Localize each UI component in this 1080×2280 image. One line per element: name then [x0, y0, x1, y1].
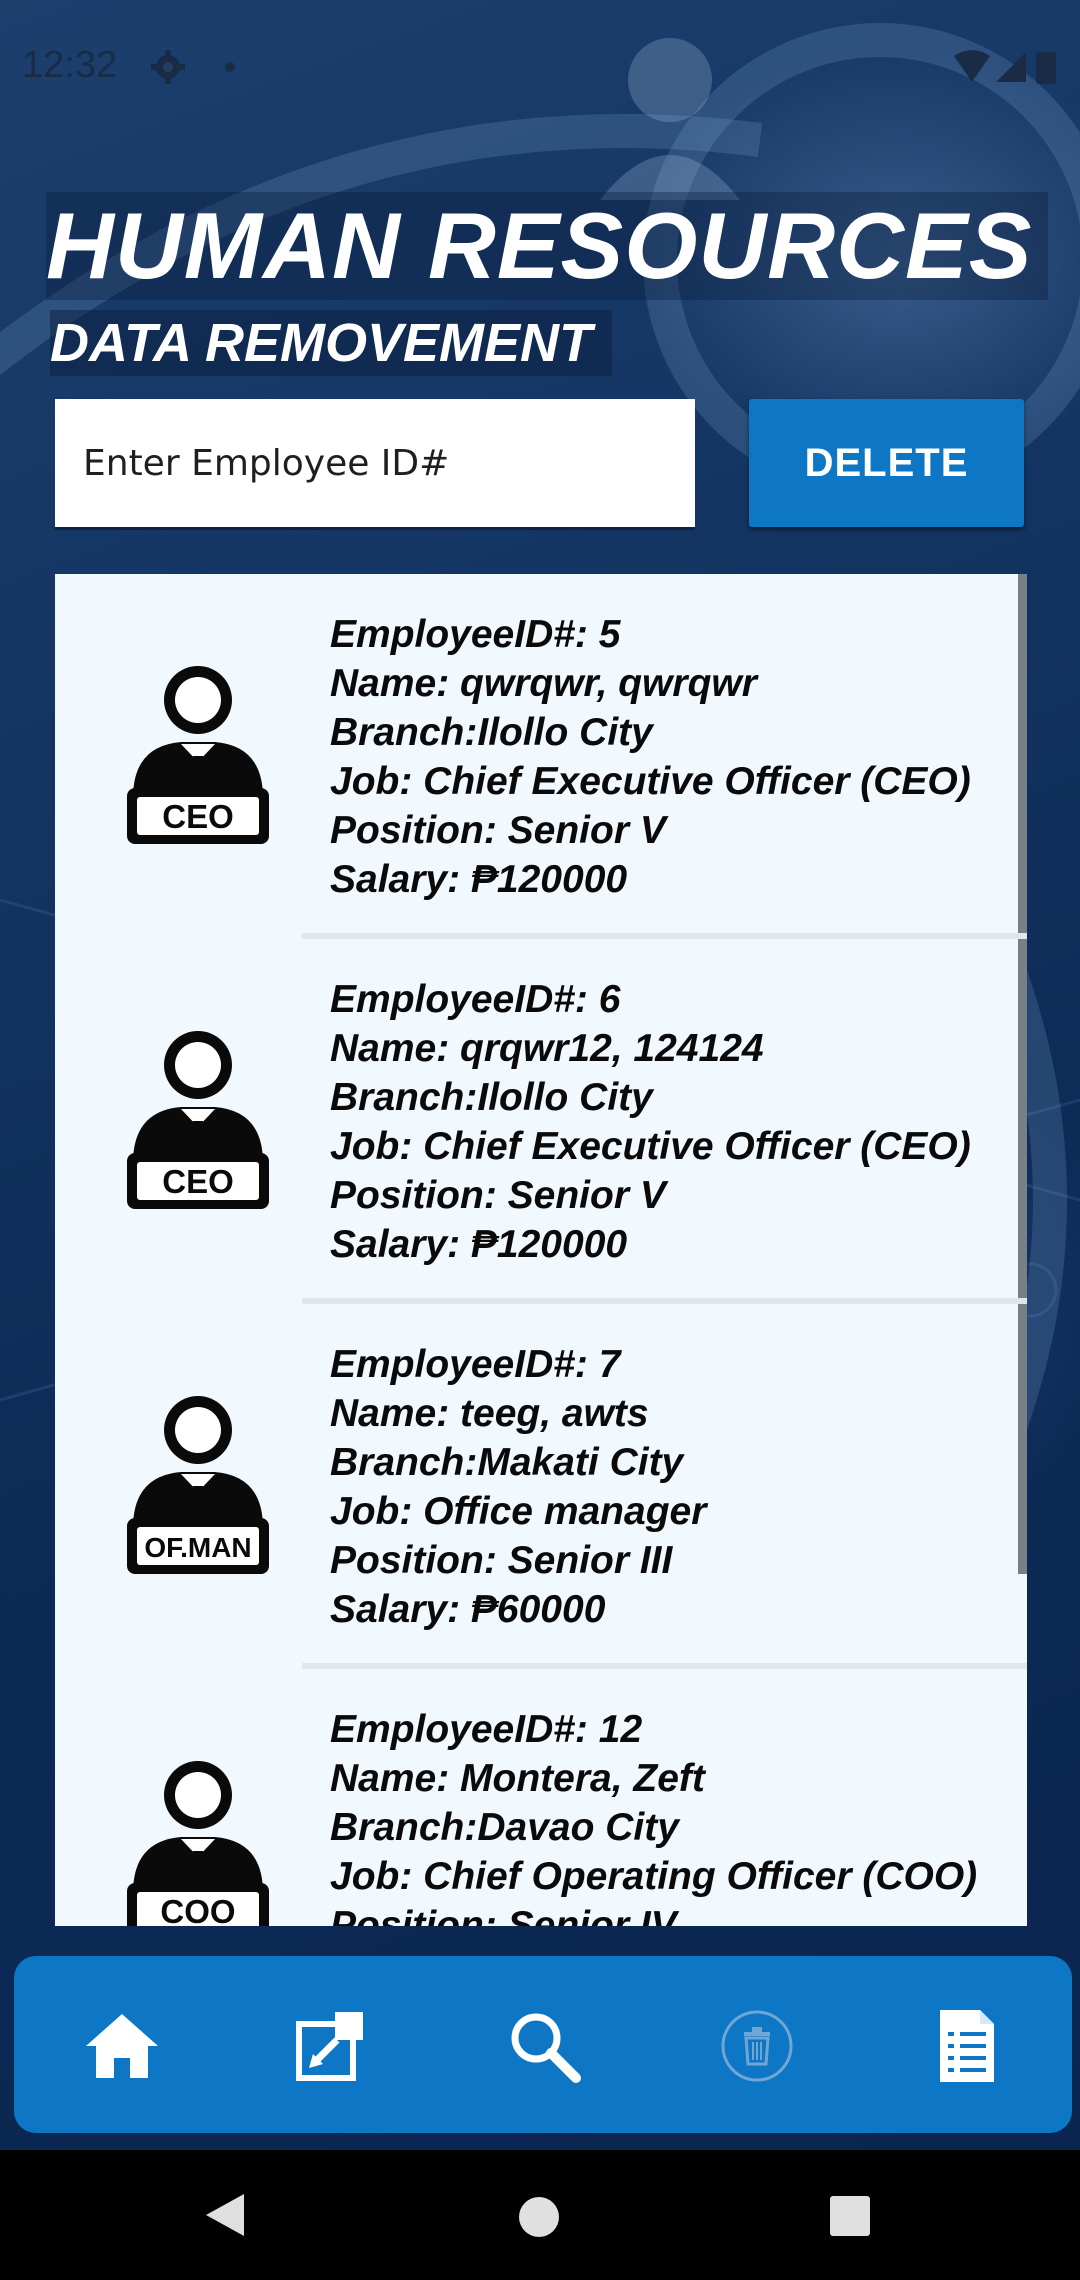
employee-name: Name: qwrqwr, qwrqwr [330, 662, 757, 705]
system-navigation-bar [0, 2150, 1080, 2280]
status-bar: 12:32 [0, 0, 1080, 135]
home-circle-icon[interactable] [516, 2194, 562, 2240]
employee-badge-label: COO [160, 1893, 235, 1926]
search-icon[interactable] [504, 2006, 584, 2086]
trash-icon[interactable] [717, 2006, 797, 2086]
page-subtitle: DATA REMOVEMENT [50, 310, 612, 376]
employee-name: Name: teeg, awts [330, 1392, 649, 1435]
cellular-signal-icon [996, 52, 1026, 82]
settings-icon [151, 50, 185, 84]
employee-position: Position: Senior IV [330, 1904, 677, 1926]
employee-info: EmployeeID#: 12 Name: Montera, Zeft Bran… [330, 1705, 977, 1926]
employee-branch: Branch:Makati City [330, 1441, 684, 1484]
employee-info: EmployeeID#: 7 Name: teeg, awts Branch:M… [330, 1340, 706, 1634]
employee-avatar-icon: OF.MAN [127, 1396, 269, 1574]
employee-row[interactable]: OF.MAN EmployeeID#: 7 Name: teeg, awts B… [55, 1304, 1027, 1669]
employee-row[interactable]: CEO EmployeeID#: 5 Name: qwrqwr, qwrqwr … [55, 574, 1027, 939]
employee-branch: Branch:Davao City [330, 1806, 679, 1849]
employee-id: EmployeeID#: 5 [330, 613, 621, 656]
report-icon[interactable] [926, 2006, 1006, 2086]
home-icon[interactable] [82, 2006, 162, 2086]
employee-salary: Salary: ₱120000 [330, 1223, 628, 1266]
employee-list[interactable]: CEO EmployeeID#: 5 Name: qwrqwr, qwrqwr … [55, 574, 1027, 1926]
employee-salary: Salary: ₱120000 [330, 858, 628, 901]
employee-position: Position: Senior V [330, 809, 666, 852]
employee-row[interactable]: COO EmployeeID#: 12 Name: Montera, Zeft … [55, 1669, 1027, 1926]
employee-row[interactable]: CEO EmployeeID#: 6 Name: qrqwr12, 124124… [55, 939, 1027, 1304]
status-time: 12:32 [22, 44, 118, 86]
employee-job: Job: Chief Operating Officer (COO) [330, 1855, 978, 1898]
employee-badge-label: OF.MAN [144, 1532, 251, 1563]
employee-name: Name: qrqwr12, 124124 [330, 1027, 764, 1070]
page-title: HUMAN RESOURCES [46, 192, 1049, 300]
employee-id: EmployeeID#: 6 [330, 978, 621, 1021]
employee-avatar-icon: COO [127, 1761, 269, 1926]
employee-badge-label: CEO [162, 798, 234, 835]
wifi-icon [954, 50, 990, 82]
employee-info: EmployeeID#: 5 Name: qwrqwr, qwrqwr Bran… [330, 610, 971, 904]
employee-id-input[interactable] [55, 399, 695, 530]
employee-job: Job: Chief Executive Officer (CEO) [330, 760, 971, 803]
employee-id: EmployeeID#: 7 [330, 1343, 621, 1386]
employee-position: Position: Senior III [330, 1539, 673, 1582]
employee-job: Job: Office manager [330, 1490, 707, 1533]
notification-dot-icon [225, 62, 235, 72]
battery-icon [1036, 52, 1056, 84]
employee-branch: Branch:Ilollo City [330, 1076, 653, 1119]
status-right-icons [952, 48, 1062, 92]
employee-info: EmployeeID#: 6 Name: qrqwr12, 124124 Bra… [330, 975, 971, 1269]
bottom-navigation [14, 1956, 1072, 2133]
employee-id: EmployeeID#: 12 [330, 1708, 643, 1751]
employee-salary: Salary: ₱60000 [330, 1588, 606, 1631]
employee-name: Name: Montera, Zeft [330, 1757, 705, 1800]
edit-icon[interactable] [291, 2006, 371, 2086]
delete-button[interactable]: DELETE [749, 399, 1024, 527]
employee-branch: Branch:Ilollo City [330, 711, 653, 754]
status-left-icons [150, 48, 240, 92]
employee-badge-label: CEO [162, 1163, 234, 1200]
employee-job: Job: Chief Executive Officer (CEO) [330, 1125, 971, 1168]
back-icon[interactable] [200, 2190, 250, 2240]
employee-avatar-icon: CEO [127, 666, 269, 844]
employee-avatar-icon: CEO [127, 1031, 269, 1209]
recents-icon[interactable] [828, 2194, 872, 2238]
employee-position: Position: Senior V [330, 1174, 666, 1217]
